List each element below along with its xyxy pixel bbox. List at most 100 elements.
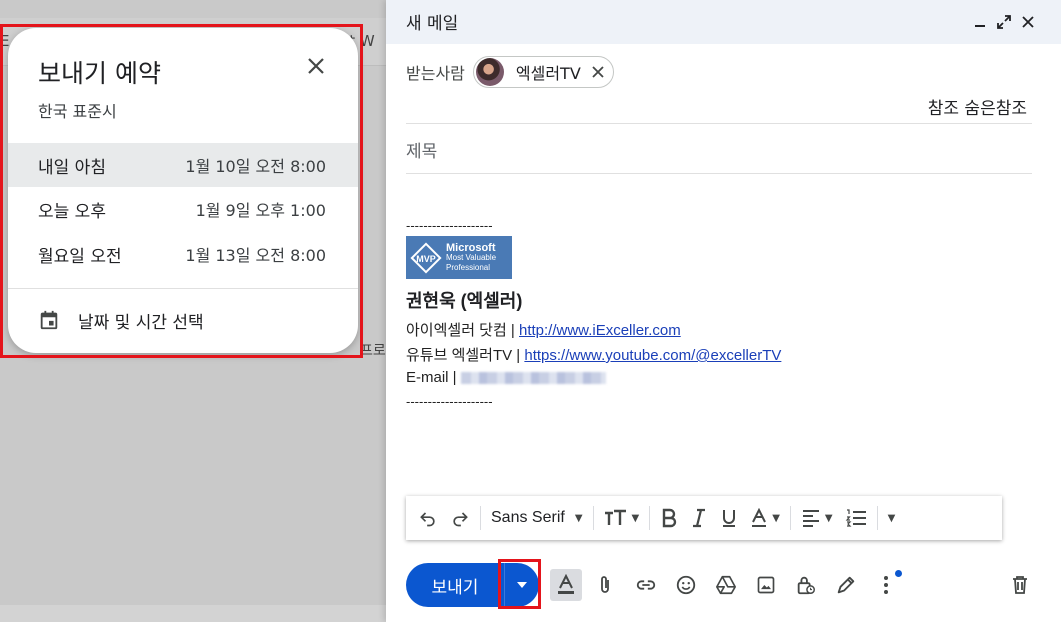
insert-drive-button[interactable]	[710, 569, 742, 601]
drive-icon	[716, 575, 736, 595]
notification-dot	[895, 570, 902, 577]
cc-bcc-links[interactable]: 참조 숨은참조	[928, 94, 1027, 119]
fullscreen-button[interactable]	[994, 12, 1014, 32]
discard-draft-button[interactable]	[1004, 569, 1036, 601]
minimize-icon	[975, 25, 985, 27]
close-icon	[308, 58, 324, 74]
schedule-send-dropdown-button[interactable]	[504, 563, 539, 607]
minimize-button[interactable]	[970, 12, 990, 32]
text-color-icon	[752, 508, 767, 527]
insert-link-button[interactable]	[630, 569, 662, 601]
close-icon	[1022, 16, 1034, 28]
italic-button[interactable]	[684, 502, 714, 534]
redacted-email	[460, 372, 606, 385]
subject-field[interactable]: 제목	[406, 137, 437, 162]
mvp-badge-icon: MVP	[410, 241, 442, 274]
trash-icon	[1013, 576, 1027, 594]
more-formatting-button[interactable]: ▼	[882, 502, 902, 534]
divider	[592, 506, 594, 530]
svg-text:MVP: MVP	[416, 254, 436, 264]
attach-button[interactable]	[589, 569, 621, 601]
mvp-logo: MVP Microsoft Most Valuable Professional	[406, 236, 512, 279]
schedule-option-today-afternoon[interactable]: 오늘 오후 1월 9일 오후 1:00	[8, 187, 358, 231]
dropdown-arrow-icon	[517, 582, 527, 588]
background-text: E	[0, 32, 10, 50]
align-button[interactable]: ▼	[795, 502, 839, 534]
website-link[interactable]: http://www.iExceller.com	[519, 322, 681, 339]
option-label: 내일 아침	[38, 157, 106, 178]
expand-icon	[997, 15, 1011, 29]
numbered-list-icon	[845, 509, 866, 527]
chevron-down-icon: ▼	[574, 512, 583, 524]
recipient-chip[interactable]: 엑셀러TV	[472, 56, 614, 88]
confidential-mode-button[interactable]	[790, 569, 822, 601]
bold-button[interactable]	[654, 502, 684, 534]
close-button[interactable]	[300, 50, 332, 82]
compose-title: 새 메일	[406, 14, 459, 34]
lock-clock-icon	[797, 576, 815, 595]
compose-window: 새 메일 받는사람 엑셀러TV 참조 숨은참조 제목 -------------…	[386, 0, 1061, 622]
font-selector[interactable]: Sans Serif ▼	[485, 502, 589, 534]
remove-recipient-icon[interactable]	[591, 65, 605, 79]
send-button[interactable]: 보내기	[406, 563, 504, 607]
bold-icon	[663, 508, 677, 528]
divider	[406, 123, 1032, 124]
formatting-options-button[interactable]	[550, 569, 582, 601]
recipient-name: 엑셀러TV	[515, 64, 581, 83]
mvp-text: Microsoft Most Valuable Professional	[446, 241, 497, 272]
signature-line-email: E-mail |	[406, 369, 606, 386]
signature-line-youtube: 유튜브 엑셀러TV | https://www.youtube.com/@exc…	[406, 347, 782, 364]
signature-separator: --------------------	[406, 218, 493, 233]
numbered-list-button[interactable]	[839, 502, 873, 534]
text-size-icon	[604, 509, 626, 525]
undo-icon	[420, 512, 435, 527]
insert-emoji-button[interactable]	[670, 569, 702, 601]
chevron-down-icon: ▼	[824, 512, 833, 524]
option-label: 월요일 오전	[38, 246, 122, 267]
option-time: 1월 13일 오전 8:00	[185, 246, 326, 265]
font-name: Sans Serif	[491, 509, 565, 526]
option-time: 1월 10일 오전 8:00	[185, 157, 326, 176]
divider	[649, 506, 651, 530]
divider	[406, 173, 1032, 174]
redo-button[interactable]	[444, 502, 476, 534]
image-icon	[757, 576, 775, 594]
emoji-icon	[676, 575, 696, 595]
divider	[480, 506, 481, 530]
to-label[interactable]: 받는사람	[406, 60, 465, 84]
undo-button[interactable]	[412, 502, 444, 534]
recipients-row: 받는사람 엑셀러TV	[406, 56, 614, 88]
option-label: 오늘 오후	[38, 201, 106, 222]
chevron-down-icon: ▼	[887, 512, 896, 524]
font-size-button[interactable]: ▼	[598, 502, 646, 534]
text-format-icon	[558, 574, 574, 594]
text-color-button[interactable]: ▼	[744, 502, 786, 534]
youtube-link[interactable]: https://www.youtube.com/@excellerTV	[524, 347, 781, 364]
pick-date-time-option[interactable]: 날짜 및 시간 선택	[8, 298, 358, 342]
paperclip-icon	[601, 576, 609, 593]
link-icon	[636, 580, 656, 590]
insert-photo-button[interactable]	[750, 569, 782, 601]
chevron-down-icon: ▼	[631, 512, 640, 524]
compose-header: 새 메일	[386, 0, 1061, 44]
divider	[8, 288, 358, 289]
schedule-option-monday-morning[interactable]: 월요일 오전 1월 13일 오전 8:00	[8, 232, 358, 276]
timezone-label: 한국 표준시	[38, 102, 117, 121]
insert-signature-button[interactable]	[830, 569, 862, 601]
underline-icon	[723, 510, 736, 527]
pick-date-time-label: 날짜 및 시간 선택	[78, 312, 204, 333]
align-left-icon	[802, 510, 819, 527]
signature-separator: --------------------	[406, 394, 493, 409]
pen-icon	[837, 576, 855, 594]
schedule-send-dialog: 보내기 예약 한국 표준시 내일 아침 1월 10일 오전 8:00 오늘 오후…	[8, 28, 358, 353]
underline-button[interactable]	[714, 502, 744, 534]
option-time: 1월 9일 오후 1:00	[195, 201, 326, 220]
schedule-option-tomorrow-morning[interactable]: 내일 아침 1월 10일 오전 8:00	[8, 143, 358, 187]
divider	[876, 506, 878, 530]
chevron-down-icon: ▼	[772, 512, 780, 524]
close-compose-button[interactable]	[1018, 12, 1038, 32]
avatar	[475, 58, 504, 86]
italic-icon	[693, 508, 706, 528]
redo-icon	[453, 512, 468, 527]
background-footer	[0, 605, 390, 622]
